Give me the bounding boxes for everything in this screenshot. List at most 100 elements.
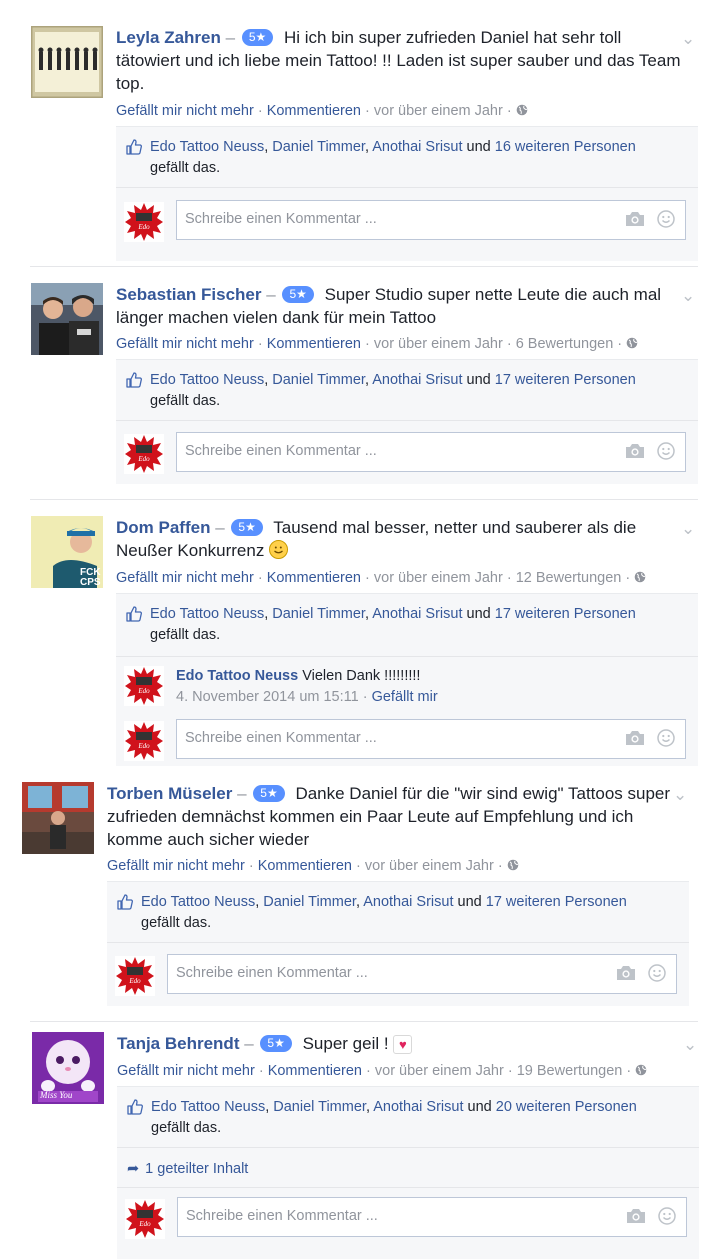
reviewer-name[interactable]: Tanja Behrendt	[117, 1034, 239, 1053]
reviewer-avatar[interactable]	[31, 283, 103, 355]
rating-badge[interactable]: 5★	[231, 519, 263, 536]
likes-connector: und	[466, 606, 491, 622]
share-arrow-icon: ➦	[127, 1161, 140, 1177]
review-text: Super geil !	[302, 1034, 389, 1053]
camera-icon[interactable]	[625, 730, 645, 746]
chevron-down-icon[interactable]: ⌄	[681, 520, 695, 537]
rating-badge[interactable]: 5★	[282, 286, 314, 303]
comment-input[interactable]: Schreibe einen Kommentar ...	[176, 719, 686, 759]
chevron-down-icon[interactable]: ⌄	[673, 786, 687, 803]
comment-link[interactable]: Kommentieren	[268, 1063, 362, 1079]
unlike-link[interactable]: Gefällt mir nicht mehr	[116, 336, 254, 352]
liker-link[interactable]: Anothai Srisut	[363, 894, 453, 910]
more-likers-link[interactable]: 17 weiteren Personen	[495, 606, 636, 622]
liker-link[interactable]: Edo Tattoo Neuss	[141, 894, 255, 910]
liker-link[interactable]: Edo Tattoo Neuss	[150, 606, 264, 622]
liker-link[interactable]: Daniel Timmer	[272, 606, 365, 622]
rating-badge[interactable]: 5★	[241, 29, 274, 46]
page-reply-comment: Edo Tattoo Neuss Vielen Dank !!!!!!!!! 4…	[124, 666, 684, 710]
review-count[interactable]: 19 Bewertungen	[517, 1063, 623, 1079]
emoji-icon[interactable]	[658, 1207, 676, 1225]
likes-comments-box: Edo Tattoo Neuss, Daniel Timmer, Anothai…	[116, 593, 698, 766]
comment-input[interactable]: Schreibe einen Kommentar ...	[167, 954, 677, 994]
camera-icon[interactable]	[626, 1208, 646, 1224]
more-likers-link[interactable]: 17 weiteren Personen	[486, 894, 627, 910]
comment-placeholder: Schreibe einen Kommentar ...	[185, 211, 377, 227]
page-avatar[interactable]	[124, 434, 164, 474]
liker-link[interactable]: Anothai Srisut	[373, 1099, 463, 1115]
camera-icon[interactable]	[616, 965, 636, 981]
more-likers-link[interactable]: 16 weiteren Personen	[495, 139, 636, 155]
reply-author-link[interactable]: Edo Tattoo Neuss	[176, 668, 298, 684]
liker-link[interactable]: Edo Tattoo Neuss	[150, 139, 264, 155]
reviewer-avatar[interactable]: FCK CPS	[31, 516, 103, 588]
timestamp[interactable]: vor über einem Jahr	[375, 1063, 504, 1079]
emoji-icon[interactable]	[657, 210, 675, 228]
comment-input[interactable]: Schreibe einen Kommentar ...	[177, 1197, 687, 1237]
comment-link[interactable]: Kommentieren	[267, 103, 361, 119]
camera-icon[interactable]	[625, 211, 645, 227]
globe-icon	[635, 1064, 647, 1076]
like-thumb-icon	[126, 371, 143, 388]
unlike-link[interactable]: Gefällt mir nicht mehr	[116, 570, 254, 586]
liker-link[interactable]: Daniel Timmer	[272, 372, 365, 388]
comment-input[interactable]: Schreibe einen Kommentar ...	[176, 200, 686, 240]
reviewer-name[interactable]: Torben Müseler	[107, 784, 232, 803]
rating-badge[interactable]: 5★	[260, 1035, 292, 1052]
unlike-link[interactable]: Gefällt mir nicht mehr	[116, 103, 254, 119]
review-count[interactable]: 12 Bewertungen	[516, 570, 622, 586]
timestamp[interactable]: vor über einem Jahr	[374, 336, 503, 352]
timestamp[interactable]: vor über einem Jahr	[374, 103, 503, 119]
chevron-down-icon[interactable]: ⌄	[681, 30, 695, 47]
liker-link[interactable]: Anothai Srisut	[372, 606, 462, 622]
unlike-link[interactable]: Gefällt mir nicht mehr	[117, 1063, 255, 1079]
comment-link[interactable]: Kommentieren	[258, 858, 352, 874]
reviewer-name[interactable]: Leyla Zahren	[116, 28, 221, 47]
more-likers-link[interactable]: 17 weiteren Personen	[495, 372, 636, 388]
page-avatar[interactable]	[125, 1199, 165, 1239]
divider	[116, 187, 698, 188]
review-item: FCK CPS Dom Paffen – 5★ Tausend mal bess…	[31, 516, 709, 766]
page-avatar[interactable]	[124, 666, 164, 706]
reviewer-avatar[interactable]: Miss You	[32, 1032, 104, 1104]
comment-link[interactable]: Kommentieren	[267, 570, 361, 586]
more-likers-link[interactable]: 20 weiteren Personen	[496, 1099, 637, 1115]
comment-input[interactable]: Schreibe einen Kommentar ...	[176, 432, 686, 472]
reviewer-name[interactable]: Dom Paffen	[116, 518, 210, 537]
emoji-icon[interactable]	[657, 442, 675, 460]
liker-link[interactable]: Daniel Timmer	[272, 139, 365, 155]
timestamp[interactable]: vor über einem Jahr	[374, 570, 503, 586]
emoji-icon[interactable]	[648, 964, 666, 982]
reviewer-avatar[interactable]	[31, 26, 103, 98]
separator-dash: –	[237, 784, 247, 803]
unlike-link[interactable]: Gefällt mir nicht mehr	[107, 858, 245, 874]
liker-link[interactable]: Anothai Srisut	[372, 139, 462, 155]
liker-link[interactable]: Daniel Timmer	[263, 894, 356, 910]
shared-content-link[interactable]: ➦ 1 geteilter Inhalt	[127, 1161, 248, 1177]
comment-link[interactable]: Kommentieren	[267, 336, 361, 352]
rating-badge[interactable]: 5★	[253, 785, 285, 802]
reply-like-link[interactable]: Gefällt mir	[372, 689, 438, 705]
liker-link[interactable]: Edo Tattoo Neuss	[150, 372, 264, 388]
chevron-down-icon[interactable]: ⌄	[683, 1036, 697, 1053]
liker-link[interactable]: Daniel Timmer	[273, 1099, 366, 1115]
emoji-icon[interactable]	[657, 729, 675, 747]
liker-link[interactable]: Edo Tattoo Neuss	[151, 1099, 265, 1115]
timestamp[interactable]: vor über einem Jahr	[365, 858, 494, 874]
separator-dash: –	[215, 518, 225, 537]
reply-timestamp[interactable]: 4. November 2014 um 15:11	[176, 689, 359, 705]
review-count[interactable]: 6 Bewertungen	[516, 336, 614, 352]
likes-summary: Edo Tattoo Neuss, Daniel Timmer, Anothai…	[150, 606, 636, 643]
liker-link[interactable]: Anothai Srisut	[372, 372, 462, 388]
reviewer-name[interactable]: Sebastian Fischer	[116, 285, 262, 304]
page-avatar[interactable]	[124, 721, 164, 761]
shared-content-label: 1 geteilter Inhalt	[145, 1161, 249, 1177]
camera-icon[interactable]	[625, 443, 645, 459]
separator-dash: –	[244, 1034, 254, 1053]
likes-summary: Edo Tattoo Neuss, Daniel Timmer, Anothai…	[150, 372, 636, 409]
page-avatar[interactable]	[115, 956, 155, 996]
likes-summary: Edo Tattoo Neuss, Daniel Timmer, Anothai…	[150, 139, 636, 176]
page-avatar[interactable]	[124, 202, 164, 242]
chevron-down-icon[interactable]: ⌄	[681, 287, 695, 304]
reviewer-avatar[interactable]	[22, 782, 94, 854]
